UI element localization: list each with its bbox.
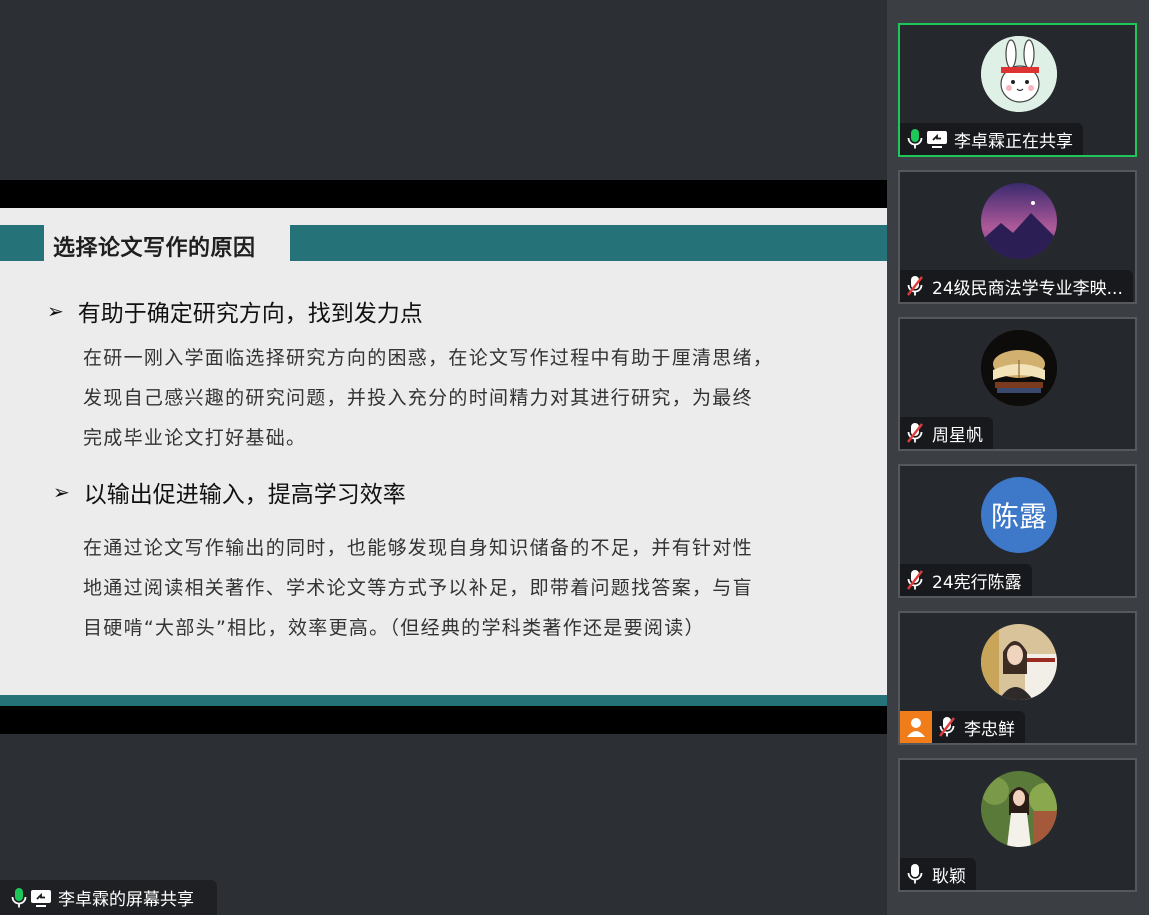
presenter-photo-avatar [981, 624, 1057, 700]
participant-tile[interactable]: 24级民商法学专业李映... [898, 170, 1137, 304]
mic-on-icon [904, 862, 926, 886]
presentation-slide: 选择论文写作的原因 ➢ 有助于确定研究方向，找到发力点 在研一刚入学面临选择研究… [0, 208, 887, 706]
participant-name-tag: 耿颖 [900, 858, 976, 890]
participant-sidebar: 李卓霖正在共享 24级民商法学专业李映... 周星帆 陈露 24宪行陈露 李忠鲜… [887, 0, 1149, 915]
participant-name-tag: 24级民商法学专业李映... [900, 270, 1133, 302]
mic-muted-icon [904, 421, 926, 445]
participant-name: 周星帆 [932, 425, 983, 446]
participant-name: 李卓霖正在共享 [954, 131, 1073, 152]
person-icon [907, 718, 925, 737]
portrait-avatar [981, 771, 1057, 847]
mic-on-icon [904, 127, 926, 151]
paragraph-line: 地通过阅读相关著作、学术论文等方式予以补足，即带着问题找答案，与盲 [83, 577, 753, 599]
letterbox-top [0, 180, 887, 208]
slide-bottom-bar [0, 695, 887, 706]
bullet-point-1: ➢ 有助于确定研究方向，找到发力点 [47, 294, 423, 328]
screen-share-label: 李卓霖的屏幕共享 [0, 880, 217, 915]
paragraph-line: 在通过论文写作输出的同时，也能够发现自身知识储备的不足，并有针对性 [83, 537, 753, 559]
participant-name-tag: 24宪行陈露 [900, 564, 1032, 596]
participant-tile[interactable]: 耿颖 [898, 758, 1137, 892]
mountain-avatar [981, 183, 1057, 259]
mic-muted-icon [936, 715, 958, 739]
share-label-text: 李卓霖的屏幕共享 [58, 890, 194, 910]
book-avatar [981, 330, 1057, 406]
screen-share-icon [926, 127, 948, 151]
mic-on-icon [8, 886, 30, 910]
participant-name-tag: 李卓霖正在共享 [900, 123, 1083, 155]
mic-muted-icon [904, 568, 926, 592]
paragraph-line: 在研一刚入学面临选择研究方向的困惑，在论文写作过程中有助于厘清思绪， [83, 347, 774, 369]
initials-avatar: 陈露 [981, 477, 1057, 553]
participant-name-tag: 李忠鲜 [932, 711, 1025, 743]
participant-name-tag: 周星帆 [900, 417, 993, 449]
rabbit-avatar [981, 36, 1057, 112]
participant-tile[interactable]: 周星帆 [898, 317, 1137, 451]
screen-share-icon [30, 886, 52, 910]
paragraph-line: 目硬啃“大部头”相比，效率更高。（但经典的学科类著作还是要阅读） [83, 617, 705, 639]
participant-name: 24宪行陈露 [932, 572, 1022, 593]
mic-muted-icon [904, 274, 926, 298]
participant-name: 耿颖 [932, 866, 966, 887]
participant-name: 李忠鲜 [964, 719, 1015, 740]
slide-title: 选择论文写作的原因 [53, 236, 256, 261]
meeting-window: 选择论文写作的原因 ➢ 有助于确定研究方向，找到发力点 在研一刚入学面临选择研究… [0, 0, 1149, 915]
participant-tile[interactable]: 李卓霖正在共享 [898, 23, 1137, 157]
bullet-arrow-icon: ➢ [53, 480, 70, 504]
paragraph-2: 在通过论文写作输出的同时，也能够发现自身知识储备的不足，并有针对性 地通过阅读相… [83, 528, 753, 648]
participant-tile[interactable]: 陈露 24宪行陈露 [898, 464, 1137, 598]
paragraph-1: 在研一刚入学面临选择研究方向的困惑，在论文写作过程中有助于厘清思绪， 发现自己感… [83, 338, 773, 458]
shared-screen-area: 选择论文写作的原因 ➢ 有助于确定研究方向，找到发力点 在研一刚入学面临选择研究… [0, 0, 887, 915]
paragraph-line: 发现自己感兴趣的研究问题，并投入充分的时间精力对其进行研究，为最终 [83, 387, 753, 409]
participant-tile[interactable]: 李忠鲜 [898, 611, 1137, 745]
paragraph-line: 完成毕业论文打好基础。 [83, 427, 307, 449]
bullet-text: 以输出促进输入，提高学习效率 [83, 482, 406, 508]
participant-name: 24级民商法学专业李映... [932, 278, 1123, 299]
bullet-arrow-icon: ➢ [47, 299, 64, 323]
bullet-point-2: ➢ 以输出促进输入，提高学习效率 [53, 475, 406, 509]
letterbox-bottom [0, 706, 887, 734]
host-badge [900, 711, 932, 743]
bullet-text: 有助于确定研究方向，找到发力点 [77, 301, 423, 327]
